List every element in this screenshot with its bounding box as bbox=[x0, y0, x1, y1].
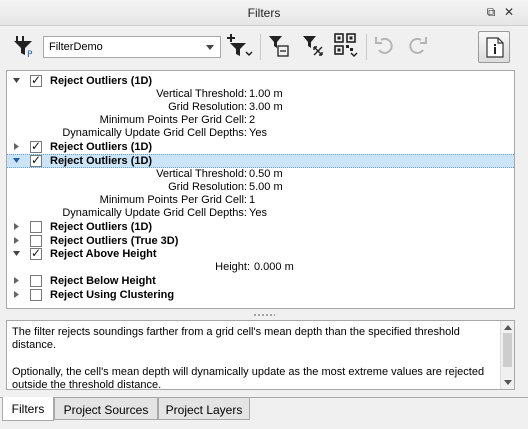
filter-item[interactable]: ✓ Reject Outliers (1D) bbox=[7, 139, 514, 154]
filter-label: Reject Outliers (1D) bbox=[50, 75, 153, 87]
filter-item-selected[interactable]: ✓ Reject Outliers (1D) bbox=[7, 153, 514, 168]
close-icon[interactable]: ✕ bbox=[502, 5, 516, 19]
filter-item[interactable]: Reject Below Height bbox=[7, 275, 514, 288]
param-label: Vertical Threshold: bbox=[156, 88, 247, 100]
filter-settings-icon[interactable]: P bbox=[12, 33, 38, 59]
info-icon bbox=[486, 37, 504, 58]
scroll-down-icon[interactable] bbox=[504, 380, 512, 385]
param-label: Dynamically Update Grid Cell Depths: bbox=[62, 127, 247, 139]
float-window-icon[interactable]: ⧉ bbox=[484, 5, 498, 19]
chevron-right-icon[interactable] bbox=[12, 290, 21, 299]
filter-enable-checkbox[interactable]: ✓ bbox=[30, 246, 42, 260]
check-icon: ✓ bbox=[31, 73, 42, 87]
scroll-thumb[interactable] bbox=[503, 333, 512, 367]
undo-icon[interactable] bbox=[374, 35, 396, 57]
filter-item[interactable]: Reject Using Clustering bbox=[7, 289, 514, 302]
param-value[interactable]: 1 bbox=[249, 194, 255, 206]
filter-item[interactable]: Reject Outliers (True 3D) bbox=[7, 235, 514, 248]
param-label: Minimum Points Per Grid Cell: bbox=[99, 114, 247, 126]
filter-item[interactable]: Reject Outliers (1D) bbox=[7, 221, 514, 234]
filter-label: Reject Using Clustering bbox=[50, 289, 175, 301]
filter-param: Vertical Threshold: 1.00 m bbox=[7, 88, 514, 101]
info-button[interactable] bbox=[478, 31, 510, 63]
tab-filters[interactable]: Filters bbox=[2, 397, 54, 421]
remove-filter-icon[interactable] bbox=[268, 34, 290, 58]
filter-item[interactable]: ✓ Reject Outliers (1D) bbox=[7, 73, 514, 88]
param-label: Vertical Threshold: bbox=[156, 168, 247, 180]
chevron-right-icon[interactable] bbox=[12, 276, 21, 285]
param-value[interactable]: Yes bbox=[249, 127, 267, 139]
param-value[interactable]: 0.50 m bbox=[249, 168, 283, 180]
filter-param: Grid Resolution: 3.00 m bbox=[7, 101, 514, 114]
svg-text:P: P bbox=[27, 50, 33, 59]
filter-label: Reject Outliers (True 3D) bbox=[50, 235, 179, 247]
filter-enable-checkbox[interactable] bbox=[30, 221, 42, 233]
filter-param: Grid Resolution: 5.00 m bbox=[7, 181, 514, 194]
panel-tabs: Filters Project Sources Project Layers bbox=[0, 397, 528, 421]
param-value[interactable]: 5.00 m bbox=[249, 181, 283, 193]
filter-description: The filter rejects soundings farther fro… bbox=[6, 320, 515, 390]
param-value[interactable]: 3.00 m bbox=[249, 101, 283, 113]
redo-icon[interactable] bbox=[406, 35, 428, 57]
filter-param: Height: 0.000 m bbox=[7, 261, 514, 274]
filter-label: Reject Above Height bbox=[50, 248, 157, 260]
filter-set-dropdown[interactable]: FilterDemo bbox=[43, 36, 221, 58]
description-paragraph: The filter rejects soundings farther fro… bbox=[12, 326, 460, 351]
param-label: Minimum Points Per Grid Cell: bbox=[99, 194, 247, 206]
filter-label: Reject Outliers (1D) bbox=[50, 141, 153, 153]
collapse-all-icon[interactable] bbox=[302, 34, 324, 58]
filter-enable-checkbox[interactable]: ✓ bbox=[30, 139, 42, 153]
toolbar-separator bbox=[366, 34, 367, 60]
chevron-down-icon[interactable] bbox=[12, 249, 21, 258]
chevron-right-icon[interactable] bbox=[12, 236, 21, 245]
description-scrollbar[interactable] bbox=[500, 321, 514, 389]
chevron-down-icon[interactable] bbox=[12, 156, 21, 165]
filter-item[interactable]: ✓ Reject Above Height bbox=[7, 246, 514, 261]
filter-param: Minimum Points Per Grid Cell: 2 bbox=[7, 114, 514, 127]
chevron-right-icon[interactable] bbox=[12, 222, 21, 231]
filter-param: Dynamically Update Grid Cell Depths: Yes bbox=[7, 207, 514, 220]
filter-param: Minimum Points Per Grid Cell: 1 bbox=[7, 194, 514, 207]
chevron-right-icon[interactable] bbox=[12, 142, 21, 151]
param-value[interactable]: 2 bbox=[249, 114, 255, 126]
add-filter-icon[interactable] bbox=[226, 33, 254, 59]
window-title: Filters bbox=[247, 6, 281, 20]
filter-enable-checkbox[interactable]: ✓ bbox=[30, 153, 42, 167]
filter-tree[interactable]: ✓ Reject Outliers (1D) Vertical Threshol… bbox=[6, 70, 515, 309]
param-value[interactable]: 0.000 m bbox=[254, 261, 294, 273]
toolbar-separator bbox=[260, 34, 261, 60]
scroll-up-icon[interactable] bbox=[504, 325, 512, 330]
description-paragraph: Optionally, the cell's mean depth will d… bbox=[12, 366, 485, 390]
check-icon: ✓ bbox=[31, 139, 42, 153]
qr-filter-icon[interactable] bbox=[334, 33, 360, 59]
filter-param: Dynamically Update Grid Cell Depths: Yes bbox=[7, 127, 514, 140]
param-label: Grid Resolution: bbox=[168, 101, 247, 113]
toolbar: P FilterDemo bbox=[0, 26, 528, 66]
filter-label: Reject Outliers (1D) bbox=[50, 155, 153, 167]
splitter-handle[interactable] bbox=[253, 313, 275, 317]
check-icon: ✓ bbox=[31, 246, 42, 260]
filter-enable-checkbox[interactable]: ✓ bbox=[30, 73, 42, 87]
filter-enable-checkbox[interactable] bbox=[30, 289, 42, 301]
filter-enable-checkbox[interactable] bbox=[30, 275, 42, 287]
param-value[interactable]: 1.00 m bbox=[249, 88, 283, 100]
filter-label: Reject Outliers (1D) bbox=[50, 221, 153, 233]
title-bar: Filters ⧉ ✕ bbox=[0, 0, 528, 26]
filter-param: Vertical Threshold: 0.50 m bbox=[7, 168, 514, 181]
param-value[interactable]: Yes bbox=[249, 207, 267, 219]
param-label: Dynamically Update Grid Cell Depths: bbox=[62, 207, 247, 219]
param-label: Height: bbox=[215, 261, 250, 273]
check-icon: ✓ bbox=[31, 153, 42, 167]
chevron-down-icon[interactable] bbox=[12, 76, 21, 85]
filter-set-value: FilterDemo bbox=[49, 41, 103, 53]
tab-project-layers[interactable]: Project Layers bbox=[158, 398, 250, 420]
chevron-down-icon bbox=[206, 45, 214, 50]
filter-label: Reject Below Height bbox=[50, 275, 156, 287]
tab-project-sources[interactable]: Project Sources bbox=[54, 398, 158, 420]
param-label: Grid Resolution: bbox=[168, 181, 247, 193]
